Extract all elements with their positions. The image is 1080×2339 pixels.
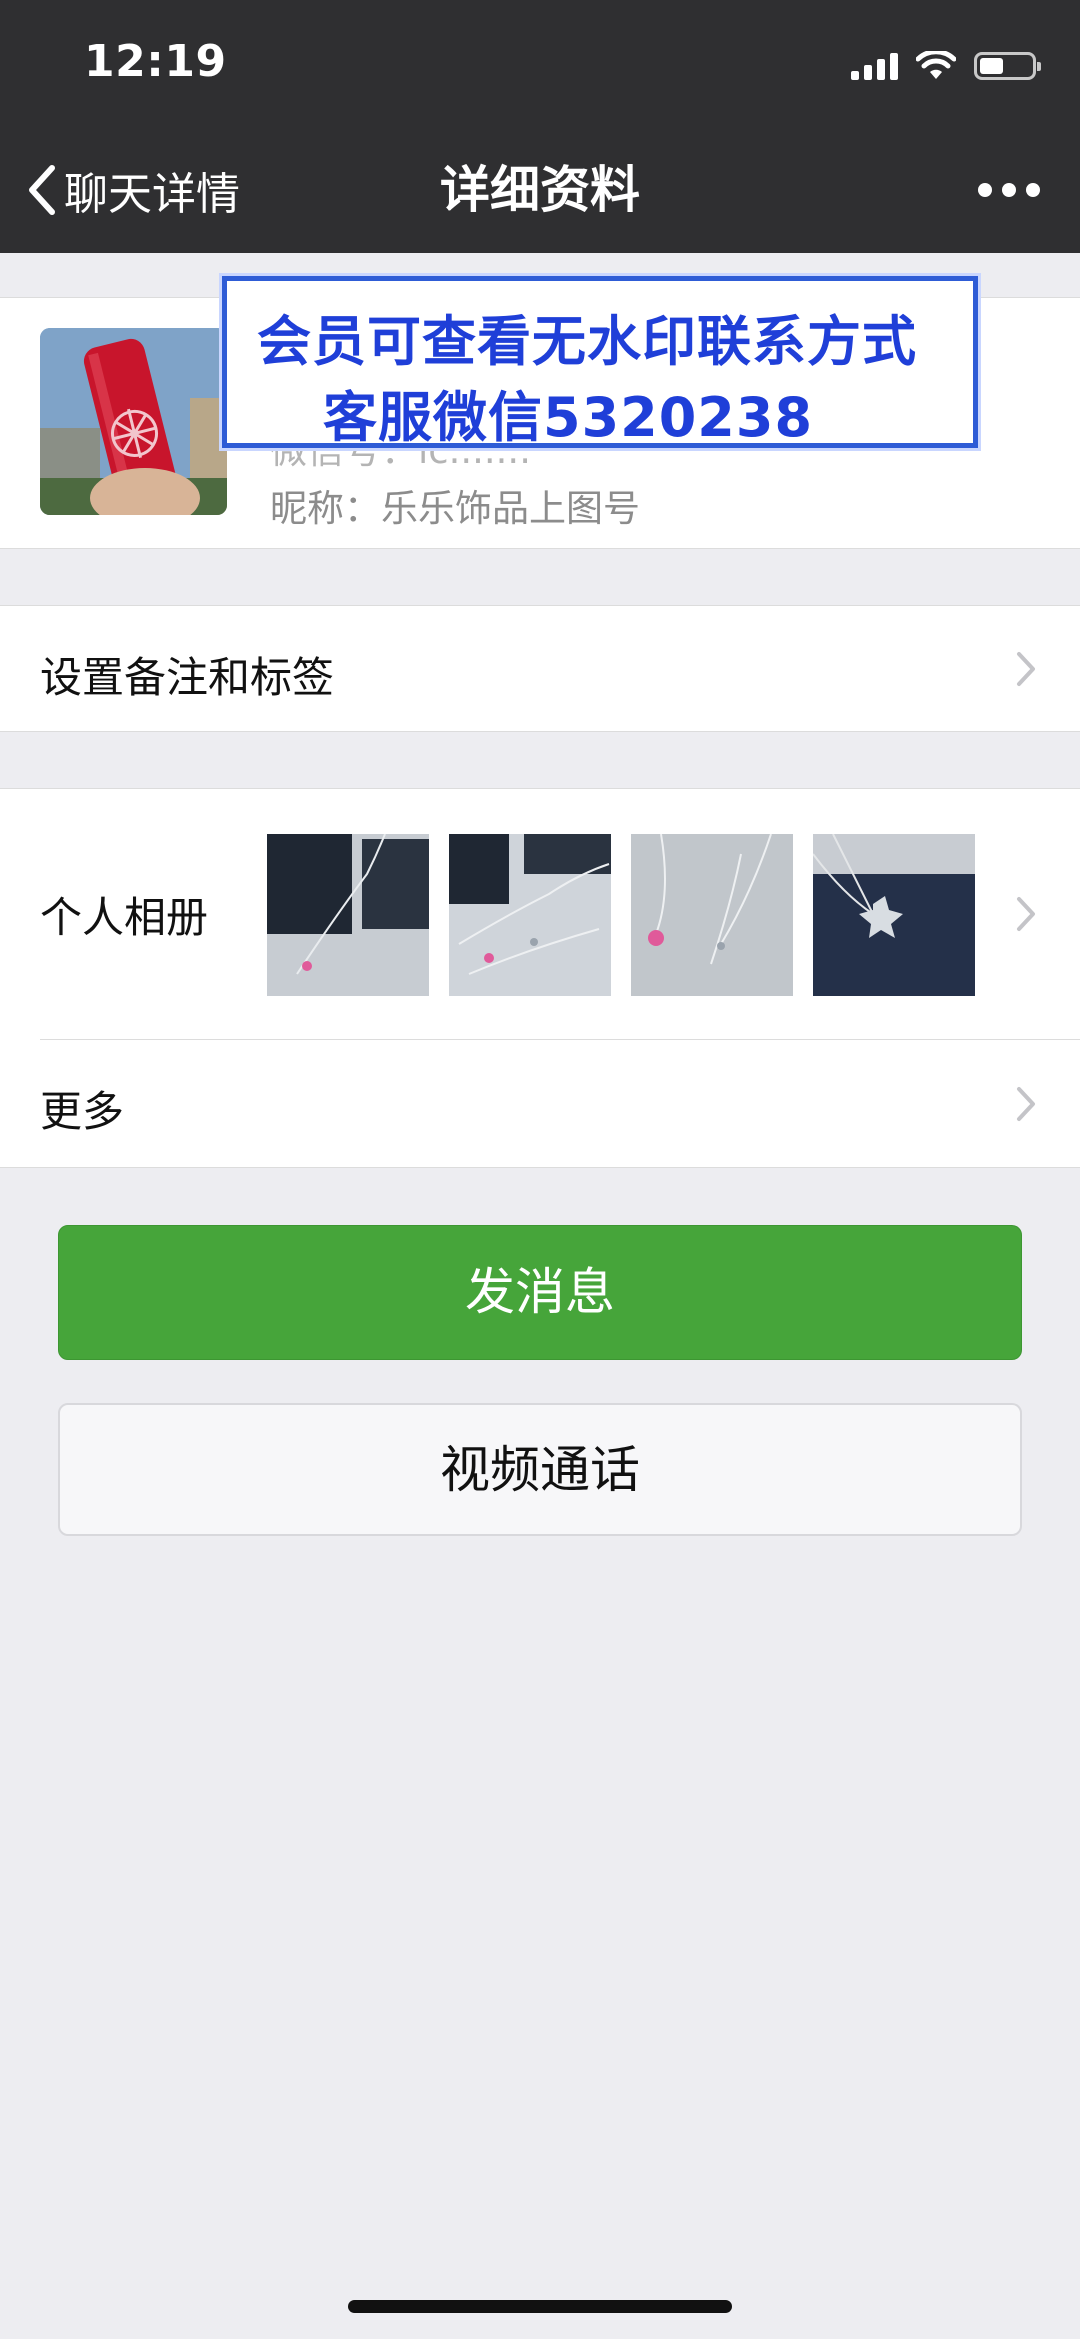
album-thumbnail bbox=[449, 834, 611, 996]
personal-album-cell[interactable]: 个人相册 bbox=[0, 789, 1080, 1039]
album-thumbnail bbox=[267, 834, 429, 996]
page-title: 详细资料 bbox=[440, 161, 640, 219]
album-label: 个人相册 bbox=[40, 893, 209, 942]
battery-level bbox=[980, 58, 1003, 74]
more-label: 更多 bbox=[40, 1087, 125, 1136]
video-call-button[interactable]: 视频通话 bbox=[58, 1403, 1022, 1536]
navigation-bar: 聊天详情 详细资料 bbox=[0, 140, 1080, 240]
nickname-line: 昵称：乐乐饰品上图号 bbox=[270, 487, 640, 530]
avatar[interactable] bbox=[40, 328, 227, 515]
album-thumbnail bbox=[631, 834, 793, 996]
remark-label: 设置备注和标签 bbox=[40, 653, 335, 702]
album-group: 个人相册 更多 bbox=[0, 788, 1080, 1168]
more-icon[interactable] bbox=[978, 140, 1040, 240]
watermark-line-2: 客服微信5320238 bbox=[323, 386, 814, 449]
watermark-overlay: 会员可查看无水印联系方式 客服微信5320238 bbox=[222, 276, 978, 449]
status-icons bbox=[851, 46, 1041, 86]
more-cell[interactable]: 更多 bbox=[0, 1040, 1080, 1167]
chevron-right-icon bbox=[1016, 651, 1036, 687]
chevron-right-icon bbox=[1016, 1086, 1036, 1122]
wifi-icon bbox=[916, 51, 956, 81]
send-message-button[interactable]: 发消息 bbox=[58, 1225, 1022, 1360]
home-indicator[interactable] bbox=[348, 2300, 732, 2313]
battery-icon bbox=[974, 52, 1041, 80]
status-time: 12:19 bbox=[84, 36, 227, 87]
album-thumbnail bbox=[813, 834, 975, 996]
signal-icon bbox=[851, 52, 898, 80]
watermark-line-1: 会员可查看无水印联系方式 bbox=[257, 310, 917, 373]
top-bar: 12:19 聊天详情 详细资料 bbox=[0, 0, 1080, 253]
chevron-right-icon bbox=[1016, 896, 1036, 932]
avatar-image bbox=[40, 328, 227, 515]
set-remark-and-tags-cell[interactable]: 设置备注和标签 bbox=[0, 605, 1080, 732]
